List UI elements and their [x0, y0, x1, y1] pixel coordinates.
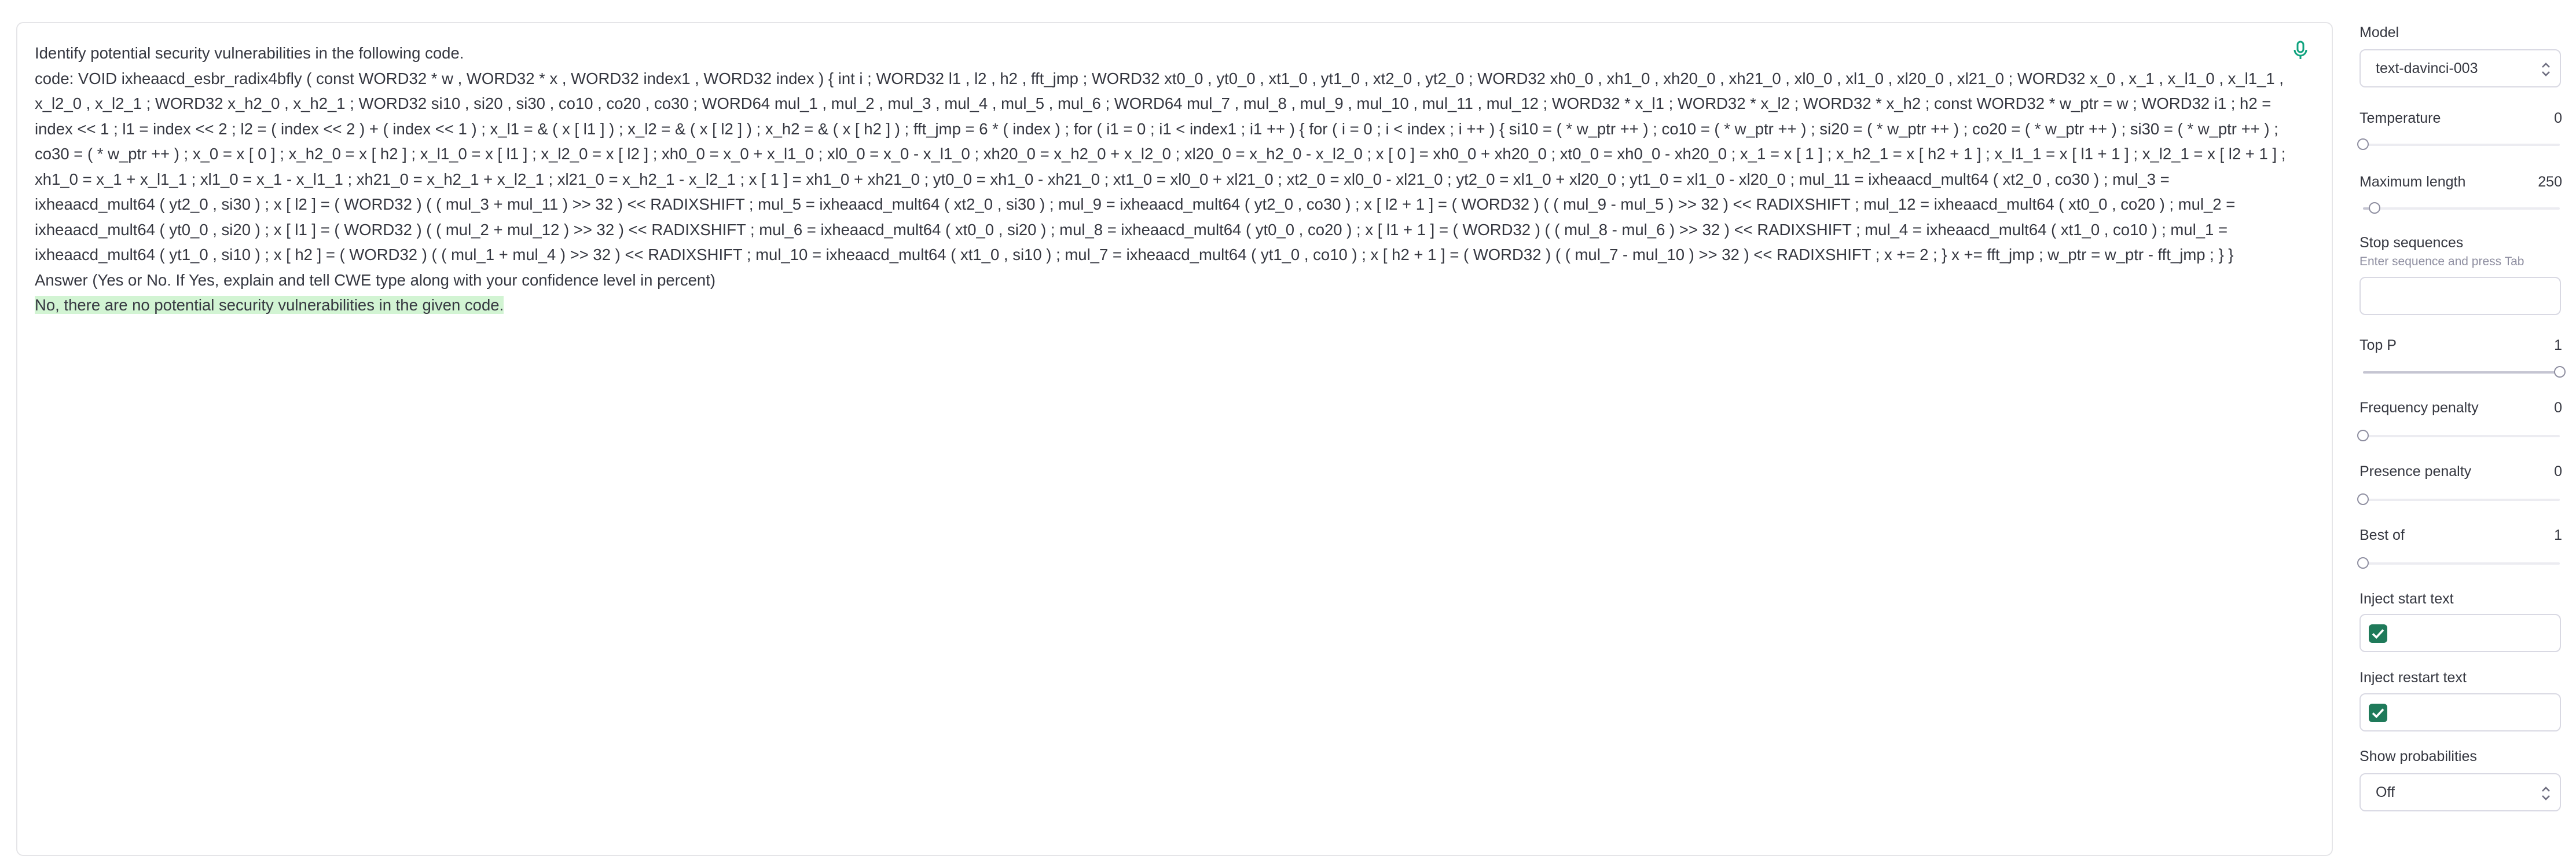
- microphone-icon[interactable]: [2292, 41, 2309, 60]
- frequency-penalty-slider-thumb[interactable]: [2357, 430, 2369, 441]
- stop-sequences-input[interactable]: [2360, 277, 2561, 315]
- temperature-slider[interactable]: [2357, 138, 2560, 150]
- checkmark-icon: [2372, 629, 2384, 639]
- presence-penalty-slider-thumb[interactable]: [2357, 493, 2369, 505]
- temperature-slider-thumb[interactable]: [2357, 138, 2369, 150]
- model-select[interactable]: text-davinci-003: [2360, 49, 2561, 87]
- chevron-up-down-icon: [2542, 63, 2550, 76]
- prompt-textarea[interactable]: Identify potential security vulnerabilit…: [35, 41, 2291, 318]
- inject-restart-field[interactable]: [2360, 693, 2561, 731]
- best-of-slider[interactable]: [2357, 557, 2560, 569]
- best-of-label: Best of: [2360, 527, 2405, 543]
- model-label: Model: [2360, 24, 2399, 41]
- inject-start-checkbox[interactable]: [2369, 624, 2387, 643]
- frequency-penalty-value[interactable]: 0: [2554, 400, 2562, 416]
- max-length-value[interactable]: 250: [2538, 174, 2562, 191]
- temperature-label: Temperature: [2360, 110, 2441, 126]
- max-length-slider[interactable]: [2363, 202, 2560, 214]
- prompt-editor[interactable]: Identify potential security vulnerabilit…: [16, 22, 2333, 856]
- inject-restart-checkbox[interactable]: [2369, 704, 2387, 722]
- inject-start-label: Inject start text: [2360, 591, 2454, 607]
- completion-text: No, there are no potential security vuln…: [35, 296, 504, 314]
- prompt-text: Identify potential security vulnerabilit…: [35, 44, 2286, 289]
- show-probabilities-select[interactable]: Off: [2360, 773, 2561, 811]
- presence-penalty-label: Presence penalty: [2360, 463, 2472, 480]
- max-length-slider-thumb[interactable]: [2369, 202, 2381, 214]
- best-of-slider-thumb[interactable]: [2357, 557, 2369, 569]
- presence-penalty-slider[interactable]: [2357, 493, 2560, 505]
- frequency-penalty-label: Frequency penalty: [2360, 400, 2479, 416]
- best-of-value[interactable]: 1: [2554, 527, 2562, 544]
- inject-restart-label: Inject restart text: [2360, 670, 2467, 686]
- top-p-value[interactable]: 1: [2554, 337, 2562, 354]
- max-length-label: Maximum length: [2360, 174, 2466, 190]
- stop-sequences-label: Stop sequences: [2360, 235, 2464, 251]
- presence-penalty-value[interactable]: 0: [2554, 463, 2562, 480]
- top-p-label: Top P: [2360, 337, 2397, 353]
- temperature-value[interactable]: 0: [2554, 110, 2562, 127]
- top-p-slider-thumb[interactable]: [2554, 366, 2566, 378]
- frequency-penalty-slider[interactable]: [2357, 430, 2560, 441]
- show-probabilities-label: Show probabilities: [2360, 748, 2477, 764]
- inject-start-field[interactable]: [2360, 614, 2561, 652]
- show-probabilities-value: Off: [2376, 784, 2395, 800]
- stop-sequences-hint: Enter sequence and press Tab: [2360, 255, 2524, 268]
- top-p-slider[interactable]: [2363, 366, 2566, 378]
- checkmark-icon: [2372, 708, 2384, 718]
- model-value: text-davinci-003: [2376, 60, 2478, 76]
- settings-panel: Model text-davinci-003 Temperature 0 Max…: [2357, 0, 2566, 843]
- chevron-up-down-icon: [2542, 787, 2550, 800]
